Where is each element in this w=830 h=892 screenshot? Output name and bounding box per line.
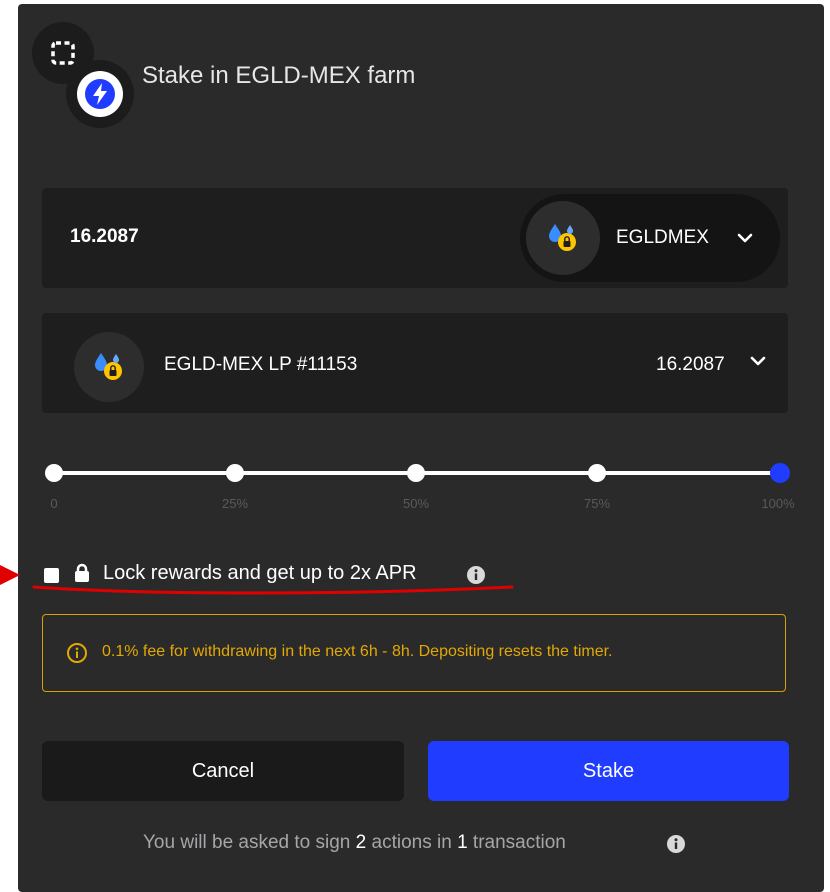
transaction-count: 1 bbox=[457, 832, 468, 853]
chevron-down-icon bbox=[737, 233, 753, 243]
transaction-info-text: You will be asked to sign 2 actions in 1… bbox=[143, 832, 566, 854]
slider-step-50[interactable] bbox=[407, 464, 425, 482]
slider-tick-label: 0 bbox=[50, 496, 58, 511]
slider-tick-label: 50% bbox=[402, 496, 430, 511]
slider-tick-label: 100% bbox=[761, 496, 795, 511]
footer-middle: actions in bbox=[366, 832, 458, 853]
token-icon-container bbox=[526, 201, 600, 275]
fee-warning-text: 0.1% fee for withdrawing in the next 6h … bbox=[102, 643, 613, 660]
stake-button[interactable]: Stake bbox=[428, 741, 789, 801]
lp-token-icon-container bbox=[74, 332, 144, 402]
token-selector[interactable]: EGLDMEX bbox=[520, 194, 780, 282]
annotation-underline bbox=[32, 585, 514, 595]
chevron-down-icon[interactable] bbox=[750, 356, 766, 366]
lightning-icon bbox=[85, 79, 115, 109]
footer-suffix: transaction bbox=[467, 832, 566, 853]
slider-step-0[interactable] bbox=[45, 464, 63, 482]
token-label: EGLDMEX bbox=[616, 227, 709, 248]
footer-prefix: You will be asked to sign bbox=[143, 832, 356, 853]
slider-tick-label: 75% bbox=[583, 496, 611, 511]
slider-step-75[interactable] bbox=[588, 464, 606, 482]
egld-mex-token-icon bbox=[549, 224, 576, 251]
amount-input[interactable]: 16.2087 bbox=[70, 226, 139, 248]
egld-mex-lp-icon bbox=[95, 353, 122, 380]
actions-count: 2 bbox=[355, 832, 367, 853]
dashed-square-icon bbox=[51, 41, 75, 65]
lightning-icon-container bbox=[66, 60, 134, 128]
info-icon[interactable] bbox=[666, 834, 686, 854]
slider-step-25[interactable] bbox=[226, 464, 244, 482]
slider-tick-label: 25% bbox=[221, 496, 249, 511]
lp-position-amount: 16.2087 bbox=[656, 354, 725, 375]
modal-title: Stake in EGLD-MEX farm bbox=[142, 62, 416, 89]
info-circle-icon bbox=[67, 643, 87, 663]
slider-handle[interactable] bbox=[770, 463, 790, 483]
cancel-button[interactable]: Cancel bbox=[42, 741, 404, 801]
lp-position-label: EGLD-MEX LP #11153 bbox=[164, 354, 358, 375]
